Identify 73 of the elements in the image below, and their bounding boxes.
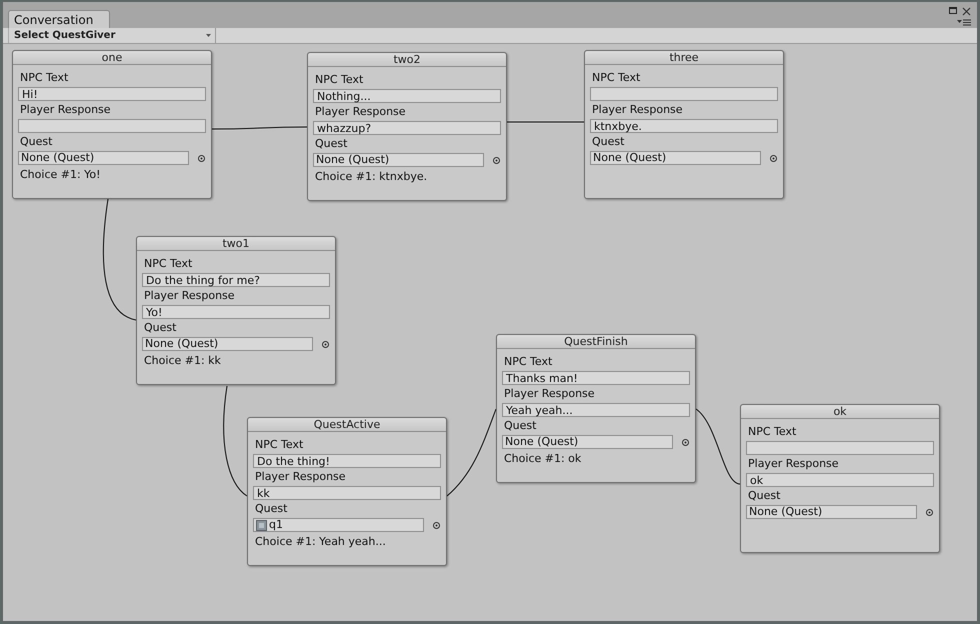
object-picker-icon[interactable] [682, 438, 689, 446]
close-icon[interactable] [962, 7, 971, 16]
node-title[interactable]: QuestFinish [497, 335, 695, 349]
field-label: Player Response [254, 469, 347, 485]
field-label: Player Response [503, 386, 596, 402]
dialogue-node[interactable]: two2 NPC Text Nothing... Player Response whazzup? Quest None (Quest) Choice #1: ktnxbye. [307, 52, 507, 201]
object-picker-icon[interactable] [493, 156, 500, 164]
field-label: NPC Text [254, 437, 304, 453]
node-title[interactable]: QuestActive [248, 418, 446, 432]
dialogue-node[interactable]: two1 NPC Text Do the thing for me? Player Response Yo! Quest None (Quest) Choice #1: kk [136, 236, 336, 385]
field-label: Quest [254, 501, 288, 517]
npc-text-field[interactable]: Thanks man! [502, 371, 690, 385]
object-picker-icon[interactable] [926, 508, 933, 516]
dialogue-node[interactable]: QuestActive NPC Text Do the thing! Player Response kk Quest q1 Choice #1: Yeah yeah... [247, 417, 447, 566]
field-label: Quest [143, 320, 178, 336]
object-picker-icon[interactable] [770, 154, 777, 162]
npc-text-field[interactable]: Do the thing for me? [142, 273, 330, 287]
dialogue-node[interactable]: ok NPC Text Player Response ok Quest None (Quest) [740, 404, 940, 553]
player-response-field[interactable]: ok [746, 473, 934, 487]
node-title[interactable]: two1 [137, 237, 335, 251]
menu-icon[interactable] [957, 19, 971, 26]
quest-field[interactable]: None (Quest) [590, 151, 761, 165]
npc-text-field[interactable]: Hi! [18, 87, 206, 101]
field-label: Quest [19, 134, 54, 150]
node-title[interactable]: one [13, 51, 211, 65]
node-title[interactable]: two2 [308, 53, 506, 67]
player-response-field[interactable]: whazzup? [313, 121, 501, 135]
node-title[interactable]: ok [741, 405, 939, 419]
quest-field[interactable]: q1 [253, 518, 424, 532]
field-label: Quest [314, 136, 348, 152]
choice-label: Choice #1: Yo! [19, 167, 102, 183]
choice-label: Choice #1: ok [503, 451, 582, 467]
dialogue-node[interactable]: QuestFinish NPC Text Thanks man! Player Response Yeah yeah... Quest None (Quest) Choice #1: ok [496, 334, 696, 483]
quest-field[interactable]: None (Quest) [502, 435, 673, 449]
npc-text-field[interactable]: Do the thing! [253, 454, 441, 468]
field-label: Player Response [314, 104, 407, 120]
field-label: Player Response [747, 456, 840, 472]
npc-text-field[interactable] [590, 87, 778, 101]
field-label: NPC Text [143, 256, 194, 272]
player-response-field[interactable]: ktnxbye. [590, 119, 778, 133]
maximize-icon[interactable] [949, 7, 957, 14]
field-label: NPC Text [503, 354, 554, 370]
choice-label: Choice #1: Yeah yeah... [254, 534, 387, 550]
field-label: NPC Text [314, 72, 364, 88]
player-response-field[interactable]: Yeah yeah... [502, 403, 690, 417]
object-picker-icon[interactable] [433, 522, 440, 528]
object-picker-icon[interactable] [322, 340, 329, 348]
field-label: NPC Text [591, 70, 642, 86]
field-label: NPC Text [19, 70, 70, 86]
npc-text-field[interactable]: Nothing... [313, 89, 501, 103]
object-picker-icon[interactable] [198, 154, 205, 162]
window-tab[interactable]: Conversation [8, 10, 110, 28]
choice-label: Choice #1: kk [143, 353, 222, 369]
quest-field[interactable]: None (Quest) [313, 153, 484, 167]
field-label: Quest [503, 418, 538, 434]
field-label: Quest [747, 488, 782, 504]
quest-field[interactable]: None (Quest) [746, 505, 917, 519]
quest-field[interactable]: None (Quest) [18, 151, 189, 165]
field-label: Player Response [19, 102, 112, 118]
player-response-field[interactable]: kk [253, 486, 441, 500]
dialogue-node[interactable]: one NPC Text Hi! Player Response Quest None (Quest) Choice #1: Yo! [12, 50, 212, 199]
player-response-field[interactable]: Yo! [142, 305, 330, 319]
npc-text-field[interactable] [746, 441, 934, 455]
quest-field[interactable]: None (Quest) [142, 337, 313, 351]
dialogue-node[interactable]: three NPC Text Player Response ktnxbye. Quest None (Quest) [584, 50, 784, 199]
player-response-field[interactable] [18, 119, 206, 133]
field-label: Player Response [591, 102, 684, 118]
field-label: NPC Text [747, 424, 798, 440]
choice-label: Choice #1: ktnxbye. [314, 169, 428, 185]
field-label: Quest [591, 134, 626, 150]
field-label: Player Response [143, 288, 236, 304]
node-title[interactable]: three [585, 51, 783, 65]
caret-icon [206, 34, 211, 37]
